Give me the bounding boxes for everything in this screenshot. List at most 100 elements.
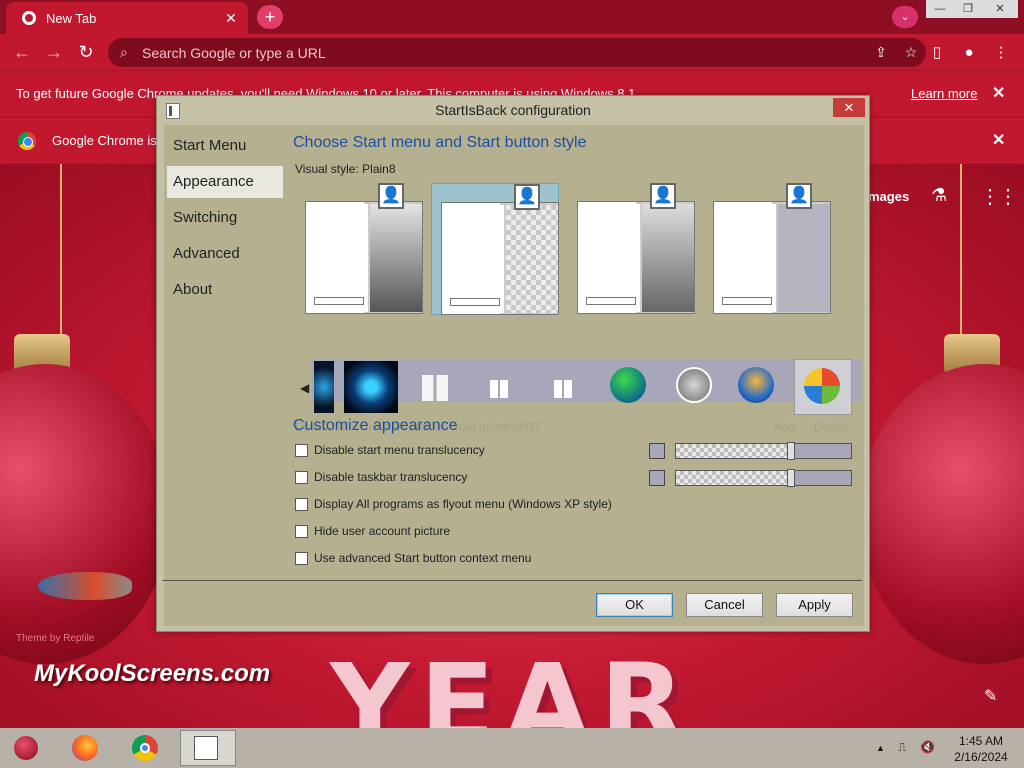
google-apps-icon[interactable]: ⋮⋮⋮ bbox=[980, 184, 1024, 209]
nav-appearance[interactable]: Appearance bbox=[167, 166, 283, 198]
option-hide-user-picture[interactable]: Hide user account picture bbox=[295, 524, 450, 539]
checkbox[interactable] bbox=[295, 552, 308, 566]
start-menu-color-swatch[interactable] bbox=[649, 443, 665, 459]
browser-toolbar: ← → ↻ ⌕ Search Google or type a URL ⇪ ☆ … bbox=[0, 34, 1024, 70]
start-button-option-1[interactable] bbox=[314, 361, 334, 413]
minimize-button[interactable]: — bbox=[926, 0, 954, 18]
reload-button[interactable]: ↻ bbox=[74, 40, 98, 64]
customize-pencil-icon[interactable]: ✎ bbox=[984, 686, 997, 706]
nav-start-menu[interactable]: Start Menu bbox=[167, 130, 283, 162]
labs-flask-icon[interactable]: ⚗ bbox=[931, 185, 947, 206]
ornament-string bbox=[60, 164, 62, 334]
dialog-title: StartIsBack configuration bbox=[435, 102, 591, 118]
style-option-2[interactable]: 👤 bbox=[431, 183, 559, 315]
chrome-logo-icon bbox=[18, 132, 36, 150]
nav-about[interactable]: About bbox=[167, 274, 283, 306]
side-panel-icon[interactable]: ▯ bbox=[926, 42, 948, 64]
fish-caption: Theme by Reptile bbox=[16, 633, 95, 644]
checkbox[interactable] bbox=[295, 444, 308, 458]
option-advanced-context-menu[interactable]: Use advanced Start button context menu bbox=[295, 551, 532, 566]
startisback-dialog: StartIsBack configuration ✕ Start Menu A… bbox=[156, 95, 870, 632]
taskbar: ▲ ⎍ 🔇 1:45 AM 2/16/2024 bbox=[0, 728, 1024, 768]
start-button-option-7[interactable] bbox=[676, 367, 712, 403]
taskbar-clock[interactable]: 1:45 AM 2/16/2024 bbox=[946, 733, 1016, 765]
start-button[interactable] bbox=[4, 730, 48, 766]
profile-avatar-icon[interactable]: ● bbox=[958, 42, 980, 64]
nav-advanced[interactable]: Advanced bbox=[167, 238, 283, 270]
style-option-1[interactable]: 👤 bbox=[296, 183, 424, 315]
style-preview bbox=[577, 201, 695, 314]
taskbar-translucency-slider[interactable] bbox=[675, 469, 852, 487]
style-option-4[interactable]: 👤 bbox=[704, 183, 832, 315]
chrome-menu-icon[interactable]: ⋮ bbox=[990, 42, 1012, 64]
volume-muted-icon[interactable]: 🔇 bbox=[920, 740, 935, 754]
bookmark-star-icon[interactable]: ☆ bbox=[896, 44, 926, 61]
slider-thumb[interactable] bbox=[787, 469, 795, 487]
option-label: Use advanced Start button context menu bbox=[314, 551, 532, 565]
user-picture-icon: 👤 bbox=[786, 183, 812, 209]
default-browser-text: Google Chrome is bbox=[52, 133, 157, 148]
option-flyout-menu[interactable]: Display All programs as flyout menu (Win… bbox=[295, 497, 612, 512]
close-infobar-icon[interactable]: ✕ bbox=[992, 130, 1005, 150]
right-ornament bbox=[860, 364, 1024, 664]
network-icon[interactable]: ⎍ bbox=[898, 740, 906, 755]
search-icon: ⌕ bbox=[120, 44, 128, 60]
scroll-left-arrow-icon[interactable]: ◀ bbox=[300, 381, 309, 395]
taskbar-color-swatch[interactable] bbox=[649, 470, 665, 486]
ok-button[interactable]: OK bbox=[596, 593, 673, 617]
start-button-option-6[interactable] bbox=[610, 367, 646, 403]
clock-date: 2/16/2024 bbox=[954, 750, 1008, 764]
delete-button-link[interactable]: Delete bbox=[814, 420, 849, 434]
images-link[interactable]: mages bbox=[868, 189, 909, 204]
taskbar-chrome[interactable] bbox=[118, 730, 174, 766]
start-menu-translucency-slider[interactable] bbox=[675, 442, 852, 460]
tab-close-icon[interactable]: ✕ bbox=[220, 10, 242, 27]
option-label: Disable start menu translucency bbox=[314, 443, 485, 457]
share-icon[interactable]: ⇪ bbox=[866, 44, 896, 61]
apply-button[interactable]: Apply bbox=[776, 593, 853, 617]
tab-title: New Tab bbox=[46, 10, 97, 26]
cancel-button[interactable]: Cancel bbox=[686, 593, 763, 617]
style-option-3[interactable]: 👤 bbox=[568, 183, 696, 315]
start-button-option-8[interactable] bbox=[738, 367, 774, 403]
style-section-heading: Choose Start menu and Start button style bbox=[293, 134, 587, 151]
checkbox[interactable] bbox=[295, 498, 308, 512]
start-button-option-2[interactable] bbox=[344, 361, 398, 413]
start-ornament-icon bbox=[14, 736, 38, 760]
style-preview bbox=[305, 201, 423, 314]
slider-thumb[interactable] bbox=[787, 442, 795, 460]
learn-more-link[interactable]: Learn more bbox=[911, 86, 977, 101]
add-button-link[interactable]: Add... bbox=[774, 420, 805, 434]
visual-style-row: Visual style: Plain8 bbox=[295, 162, 396, 176]
taskbar-firefox[interactable] bbox=[58, 730, 114, 766]
checkbox[interactable] bbox=[295, 471, 308, 485]
tab-new-tab[interactable]: New Tab ✕ bbox=[6, 2, 248, 34]
visual-style-value: Plain8 bbox=[362, 162, 396, 176]
start-button-option-4[interactable] bbox=[490, 380, 508, 398]
new-tab-button[interactable]: + bbox=[257, 5, 283, 29]
startisback-icon bbox=[194, 736, 218, 760]
start-button-option-5[interactable] bbox=[554, 380, 572, 398]
tab-search-button[interactable]: ⌄ bbox=[892, 6, 918, 28]
dialog-body: Start Menu Appearance Switching Advanced… bbox=[162, 125, 864, 626]
chrome-favicon-icon bbox=[22, 11, 36, 25]
close-infobar-icon[interactable]: ✕ bbox=[992, 83, 1005, 103]
tray-expand-icon[interactable]: ▲ bbox=[876, 743, 885, 753]
back-button[interactable]: ← bbox=[10, 40, 34, 64]
restore-button[interactable]: ❐ bbox=[954, 0, 982, 18]
ornament-string bbox=[960, 164, 962, 334]
nav-switching[interactable]: Switching bbox=[167, 202, 283, 234]
start-button-option-3[interactable] bbox=[422, 375, 448, 401]
checkbox[interactable] bbox=[295, 525, 308, 539]
forward-button[interactable]: → bbox=[42, 40, 66, 64]
watermark: MyKoolScreens.com bbox=[34, 660, 271, 687]
taskbar-startisback[interactable] bbox=[180, 730, 236, 766]
style-preview bbox=[441, 202, 559, 315]
option-start-menu-translucency[interactable]: Disable start menu translucency bbox=[295, 443, 485, 458]
settings-nav: Start Menu Appearance Switching Advanced… bbox=[164, 125, 290, 575]
dialog-close-button[interactable]: ✕ bbox=[833, 98, 865, 117]
option-taskbar-translucency[interactable]: Disable taskbar translucency bbox=[295, 470, 467, 485]
address-bar[interactable]: ⌕ Search Google or type a URL ⇪ ☆ bbox=[108, 38, 926, 67]
address-bar-placeholder: Search Google or type a URL bbox=[142, 44, 326, 61]
close-window-button[interactable]: ✕ bbox=[982, 0, 1018, 18]
